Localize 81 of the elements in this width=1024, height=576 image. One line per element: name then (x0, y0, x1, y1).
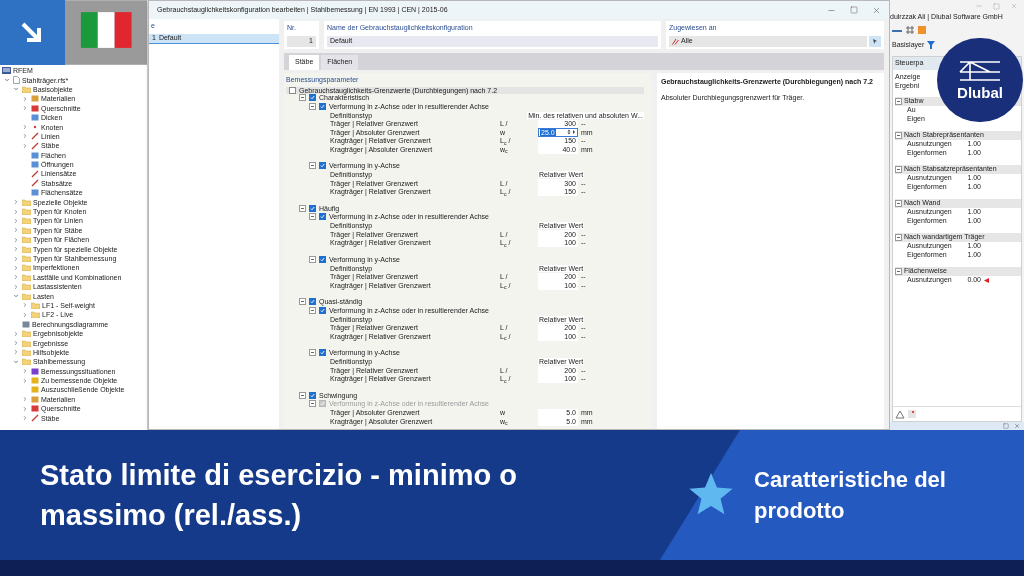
collapse-icon[interactable] (299, 204, 306, 212)
collapse-icon[interactable] (309, 349, 316, 356)
close-icon[interactable] (1014, 423, 1020, 429)
collapse-icon[interactable] (299, 391, 306, 399)
filter-icon[interactable] (927, 41, 936, 49)
checkbox[interactable] (309, 391, 316, 399)
checkbox[interactable] (319, 162, 326, 169)
checkbox[interactable] (309, 204, 316, 212)
chevron-right-icon[interactable] (13, 340, 19, 346)
chevron-right-icon[interactable] (22, 405, 28, 412)
chevron-down-icon[interactable] (13, 293, 19, 300)
collapse-icon[interactable] (895, 131, 902, 139)
grid-icon[interactable] (906, 26, 914, 34)
chevron-right-icon[interactable] (22, 377, 28, 384)
chevron-right-icon[interactable] (13, 227, 19, 234)
chevron-right-icon[interactable] (22, 142, 28, 149)
chevron-right-icon[interactable] (22, 396, 28, 403)
chevron-right-icon[interactable] (22, 368, 28, 375)
structure-icon[interactable] (895, 409, 905, 419)
close-icon[interactable] (872, 5, 881, 15)
collapse-icon[interactable] (309, 306, 316, 314)
chevron-right-icon[interactable] (13, 330, 19, 337)
spinner-icon[interactable] (567, 129, 576, 136)
restore-icon[interactable] (1003, 423, 1009, 429)
chevron-right-icon[interactable] (22, 133, 28, 140)
chevron-right-icon[interactable] (13, 255, 19, 262)
chevron-right-icon[interactable] (22, 124, 28, 131)
collapse-icon[interactable] (895, 97, 902, 105)
bridge-icon (958, 60, 1002, 82)
file-icon (13, 76, 20, 85)
chevron-right-icon[interactable] (13, 217, 19, 224)
chevron-right-icon[interactable] (22, 415, 28, 422)
collapse-icon[interactable] (309, 102, 316, 110)
collapse-icon[interactable] (895, 233, 902, 241)
close-icon[interactable] (1010, 2, 1018, 10)
chevron-right-icon[interactable] (13, 208, 19, 215)
chevron-down-icon[interactable] (13, 358, 19, 365)
chevron-right-icon[interactable] (13, 199, 19, 206)
collapse-icon[interactable] (309, 162, 316, 169)
chevron-right-icon[interactable] (22, 105, 28, 112)
checkbox[interactable] (319, 213, 326, 220)
maximize-icon[interactable] (993, 2, 1000, 10)
banner-title: Stato limite di esercizio - minimo o massimo (rel./ass.) (39, 458, 518, 533)
nodes-icon[interactable] (907, 409, 917, 419)
object-icon (31, 189, 39, 197)
collapse-icon[interactable] (895, 267, 902, 275)
collapse-icon[interactable] (299, 94, 306, 101)
select-button[interactable] (869, 35, 881, 47)
collapse-icon[interactable] (299, 298, 306, 305)
chevron-right-icon[interactable] (22, 302, 28, 309)
collapse-icon[interactable] (309, 400, 316, 407)
chevron-right-icon[interactable] (22, 311, 28, 318)
line-icon (31, 414, 39, 423)
collapse-icon[interactable] (895, 165, 902, 173)
checkbox[interactable] (319, 255, 326, 263)
chevron-right-icon[interactable] (13, 264, 19, 271)
checkbox[interactable] (319, 349, 326, 356)
chevron-down-icon[interactable] (4, 77, 10, 84)
object-icon (22, 320, 30, 328)
chevron-right-icon[interactable] (13, 246, 19, 253)
logo-text: Dlubal (957, 85, 1003, 100)
chevron-right-icon[interactable] (13, 283, 19, 290)
checkbox[interactable] (289, 87, 296, 94)
chevron-right-icon[interactable] (13, 236, 19, 243)
star-icon (688, 473, 734, 517)
checkbox[interactable] (319, 102, 326, 110)
chevron-down-icon[interactable] (13, 86, 19, 93)
checkbox[interactable] (309, 298, 316, 305)
cursor-icon (871, 37, 879, 45)
chevron-right-icon[interactable] (13, 349, 19, 356)
collapse-icon[interactable] (309, 255, 316, 263)
chevron-right-icon[interactable] (22, 95, 28, 102)
collapse-icon[interactable] (309, 213, 316, 220)
banner-subtitle: Caratteristiche del prodotto (754, 466, 947, 525)
maximize-icon[interactable] (850, 6, 858, 14)
chevron-right-icon[interactable] (13, 274, 19, 281)
collapse-icon[interactable] (895, 199, 902, 207)
folder-icon (22, 85, 31, 93)
lines-icon (672, 37, 679, 45)
checkbox[interactable] (319, 306, 326, 314)
checkbox[interactable] (309, 94, 316, 101)
